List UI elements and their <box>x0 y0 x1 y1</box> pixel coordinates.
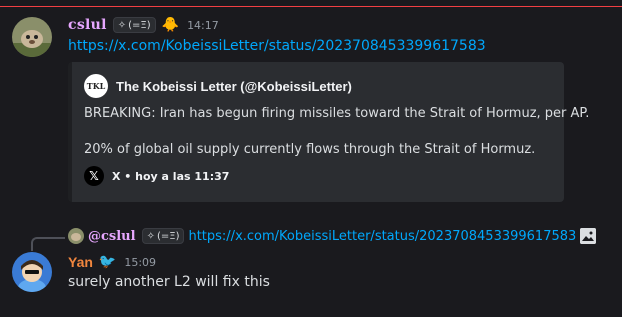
reply-username[interactable]: @cslul <box>88 229 136 244</box>
unread-divider <box>0 6 622 7</box>
timestamp[interactable]: 15:09 <box>124 256 156 269</box>
guild-tag[interactable]: ✧ (=Ξ) <box>112 17 156 33</box>
message-header: Yan 🐦 15:09 <box>68 252 156 272</box>
x-logo-icon: 𝕏 <box>84 166 104 186</box>
timestamp[interactable]: 14:17 <box>187 19 219 32</box>
sparkle-icon: ✧ <box>146 230 155 242</box>
user-badge-emoji: 🐦 <box>98 254 117 270</box>
embed-footer: 𝕏 X • hoy a las 11:37 <box>84 166 229 186</box>
reply-reference[interactable]: @cslul ✧ (=Ξ) https://x.com/KobeissiLett… <box>68 226 597 246</box>
username[interactable]: Yan <box>68 254 93 270</box>
author-avatar: TKL <box>84 74 108 98</box>
guild-tag[interactable]: ✧ (=Ξ) <box>141 228 185 244</box>
embed-footer-text: X • hoy a las 11:37 <box>112 169 230 183</box>
image-icon <box>580 228 597 244</box>
message-link[interactable]: https://x.com/KobeissiLetter/status/2023… <box>68 38 486 54</box>
embed-author[interactable]: The Kobeissi Letter (@KobeissiLetter) <box>116 79 352 94</box>
user-badge-emoji: 🐥 <box>161 17 180 33</box>
sparkle-icon: ✧ <box>117 19 127 31</box>
message-header: cslul ✧ (=Ξ) 🐥 14:17 <box>68 14 219 36</box>
username[interactable]: cslul <box>68 17 107 33</box>
link-embed: TKL The Kobeissi Letter (@KobeissiLetter… <box>68 62 589 202</box>
guild-tag-label: (=Ξ) <box>128 19 151 31</box>
embed-header: TKL The Kobeissi Letter (@KobeissiLetter… <box>84 74 352 98</box>
reply-preview-link[interactable]: https://x.com/KobeissiLetter/status/2023… <box>188 229 576 244</box>
avatar[interactable] <box>12 17 52 57</box>
embed-description: 20% of global oil supply currently flows… <box>84 142 536 157</box>
reply-avatar <box>68 228 84 244</box>
guild-tag-label: (=Ξ) <box>156 230 180 242</box>
avatar[interactable] <box>12 252 52 292</box>
embed-description: BREAKING: Iran has begun firing missiles… <box>84 106 590 121</box>
reply-spine <box>31 237 65 251</box>
message-text: surely another L2 will fix this <box>68 274 270 290</box>
